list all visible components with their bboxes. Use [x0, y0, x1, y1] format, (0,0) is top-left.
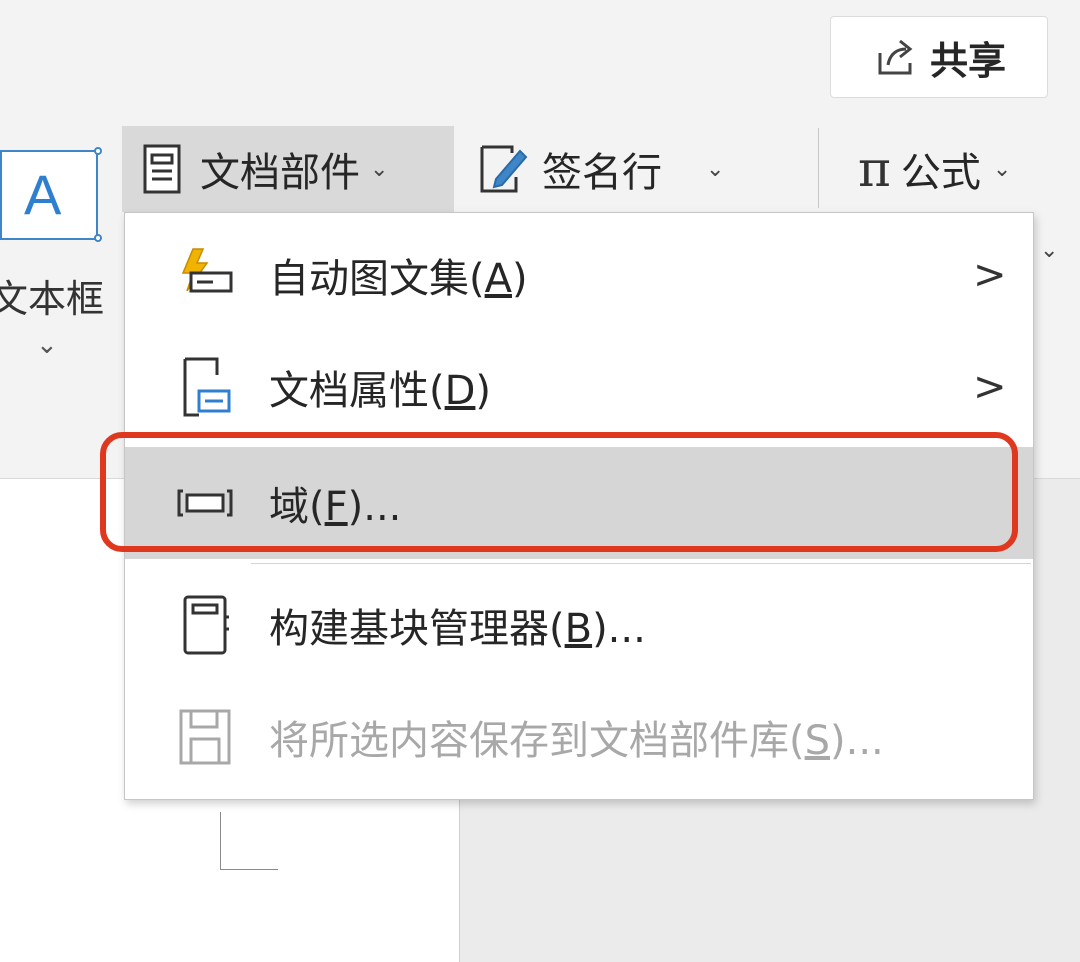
textbox-button[interactable]: A	[0, 147, 102, 242]
mnemonic: S	[804, 718, 830, 764]
chevron-down-icon[interactable]: ⌄	[993, 157, 1011, 182]
document-parts-button[interactable]: 文档部件 ⌄	[122, 126, 454, 212]
menu-item-label: 自动图文集	[269, 256, 469, 302]
mnemonic: A	[484, 256, 512, 302]
page-margin-corner	[220, 869, 278, 870]
field-icon	[177, 489, 233, 517]
signature-line-icon	[480, 145, 528, 193]
ellipsis: ...	[363, 484, 402, 530]
document-parts-label: 文档部件	[200, 150, 360, 196]
ellipsis: ...	[845, 718, 884, 764]
menu-separator	[251, 563, 1031, 564]
textbox-icon: A	[24, 163, 62, 226]
page-margin-corner	[220, 812, 221, 870]
share-button[interactable]: 共享	[830, 16, 1048, 98]
textbox-label: 文本框	[0, 277, 105, 321]
chevron-down-icon: ⌄	[370, 156, 389, 182]
autotext-icon	[181, 248, 233, 293]
menu-item-save-selection: 将所选内容保存到文档部件库(S)...	[125, 681, 1033, 793]
resize-handle-icon	[94, 234, 102, 242]
mnemonic: D	[444, 368, 476, 414]
pi-icon: π	[858, 140, 891, 198]
document-property-icon	[183, 357, 231, 417]
chevron-down-icon[interactable]: ⌄	[706, 157, 724, 182]
menu-item-autotext[interactable]: 自动图文集(A) >	[125, 219, 1033, 331]
building-blocks-icon	[183, 595, 229, 655]
signature-line-button[interactable]: 签名行 ⌄	[470, 126, 770, 212]
ellipsis: ...	[607, 606, 646, 652]
formula-label: 公式	[900, 150, 981, 196]
share-icon	[878, 39, 913, 75]
signature-line-label: 签名行	[542, 150, 662, 196]
formula-button[interactable]: π 公式 ⌄	[858, 126, 1080, 212]
document-parts-menu: 自动图文集(A) > 文档属性(D) > 域(F)... 构建基块管理器(B).…	[124, 212, 1034, 800]
submenu-arrow-icon: >	[973, 252, 1007, 298]
menu-item-label: 构建基块管理器	[269, 606, 549, 652]
save-icon	[179, 709, 231, 765]
menu-item-field[interactable]: 域(F)...	[125, 447, 1033, 559]
share-label: 共享	[929, 38, 1006, 83]
mnemonic: F	[324, 484, 348, 530]
document-parts-icon	[143, 144, 181, 194]
group-separator	[818, 128, 819, 208]
chevron-down-icon[interactable]: ⌄	[36, 330, 58, 360]
resize-handle-icon	[94, 147, 102, 155]
submenu-arrow-icon: >	[973, 364, 1007, 410]
chevron-down-icon[interactable]: ⌄	[1040, 238, 1058, 263]
menu-item-label: 域	[269, 484, 309, 530]
menu-item-document-property[interactable]: 文档属性(D) >	[125, 331, 1033, 443]
mnemonic: B	[564, 606, 593, 652]
menu-item-label: 将所选内容保存到文档部件库	[269, 718, 789, 764]
menu-item-building-blocks[interactable]: 构建基块管理器(B)...	[125, 569, 1033, 681]
menu-item-label: 文档属性	[269, 368, 429, 414]
